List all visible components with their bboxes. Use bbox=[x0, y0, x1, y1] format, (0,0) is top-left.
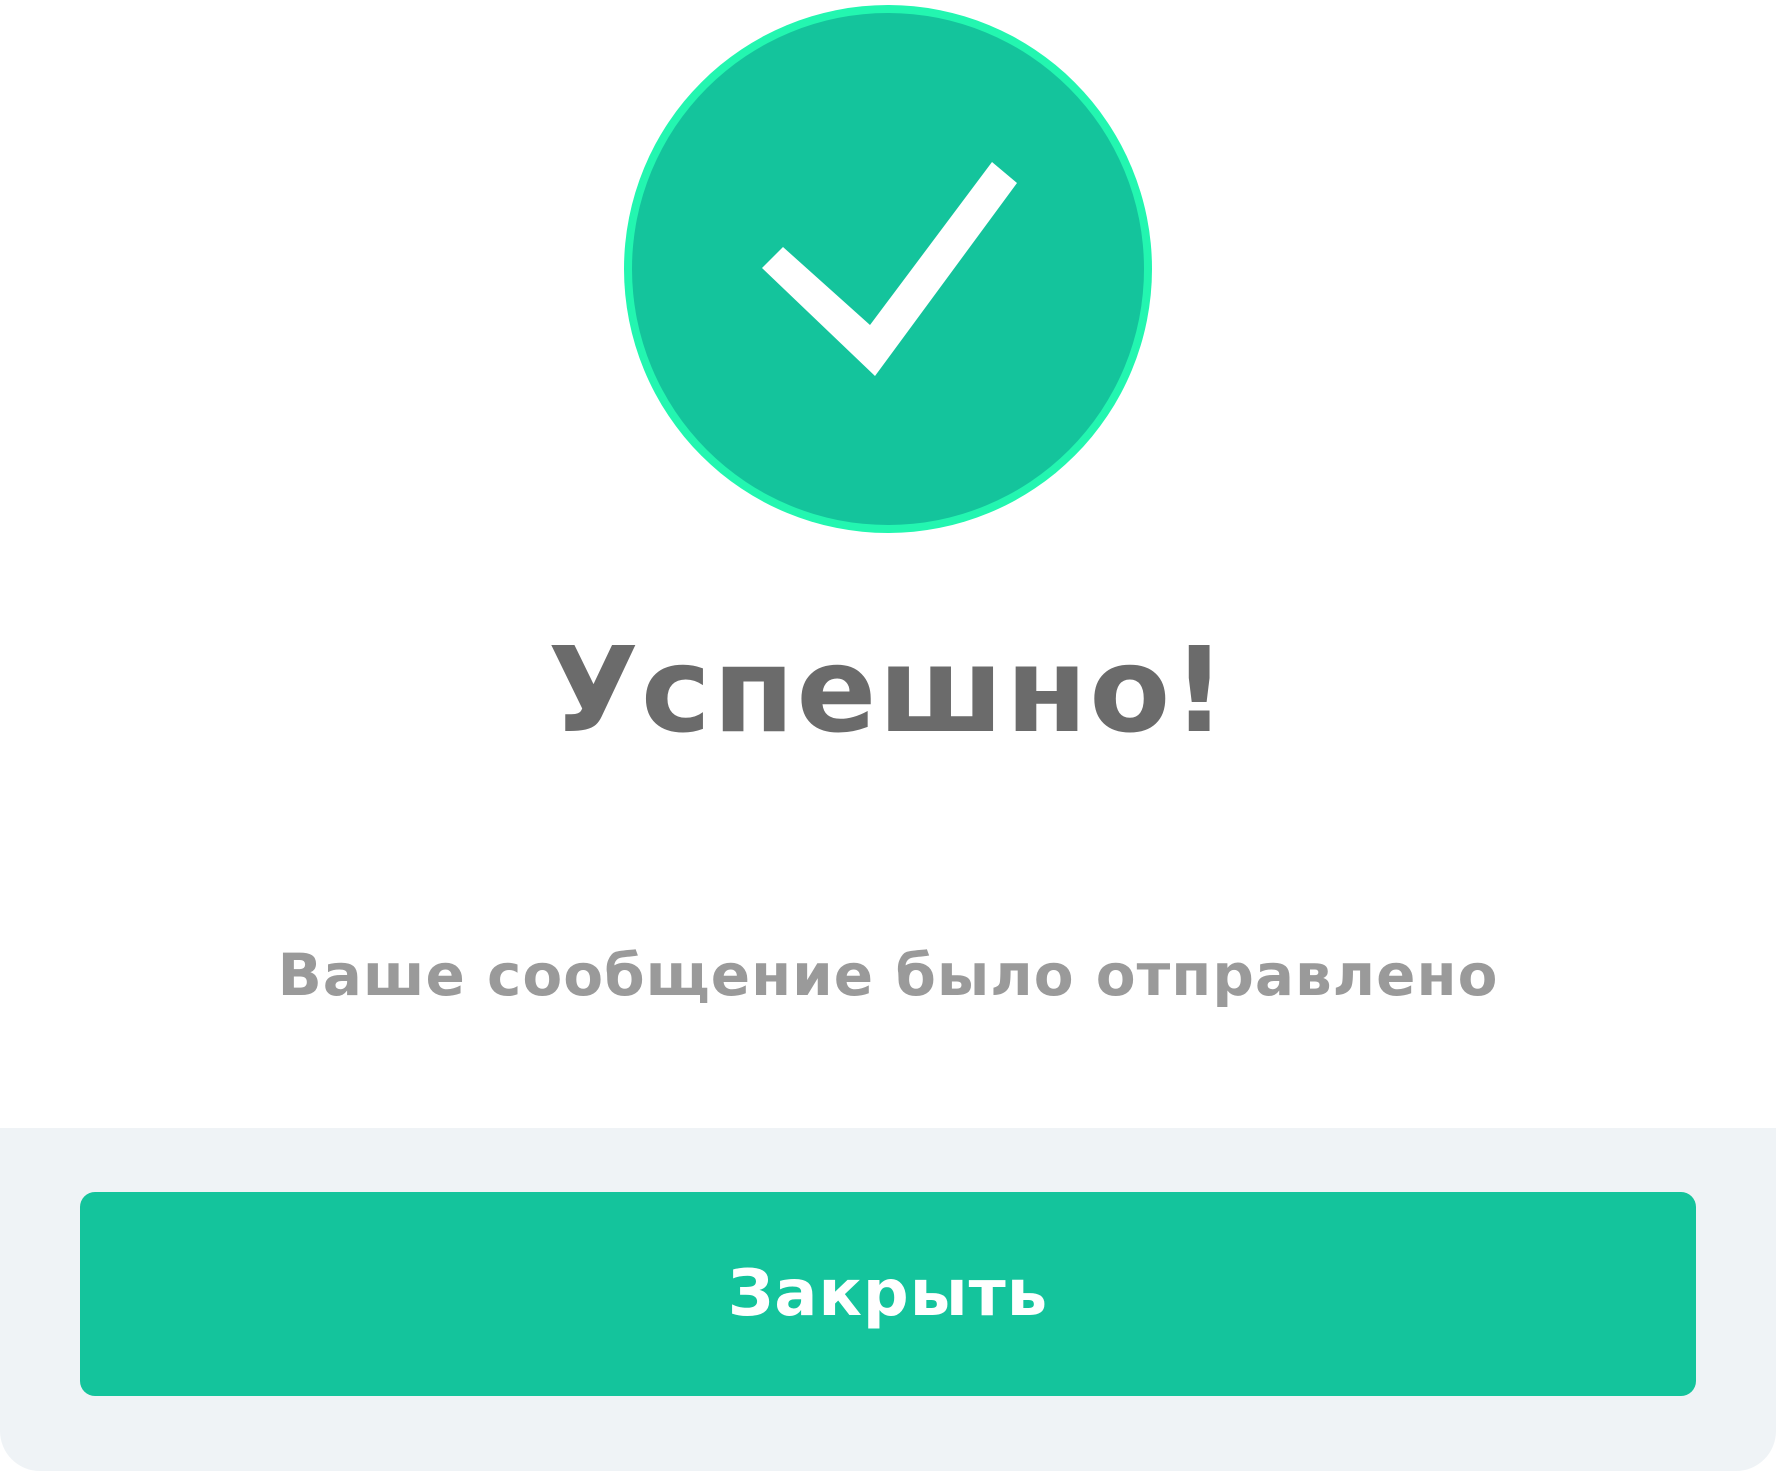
success-badge bbox=[619, 0, 1157, 538]
dialog-message: Ваше сообщение было отправлено bbox=[277, 941, 1499, 1009]
dialog-title: Успешно! bbox=[547, 621, 1229, 759]
checkmark-icon bbox=[624, 5, 1152, 533]
close-button[interactable]: Закрыть bbox=[80, 1192, 1696, 1396]
success-dialog: Успешно! Ваше сообщение было отправлено … bbox=[0, 0, 1776, 1471]
dialog-footer: Закрыть bbox=[0, 1128, 1776, 1471]
